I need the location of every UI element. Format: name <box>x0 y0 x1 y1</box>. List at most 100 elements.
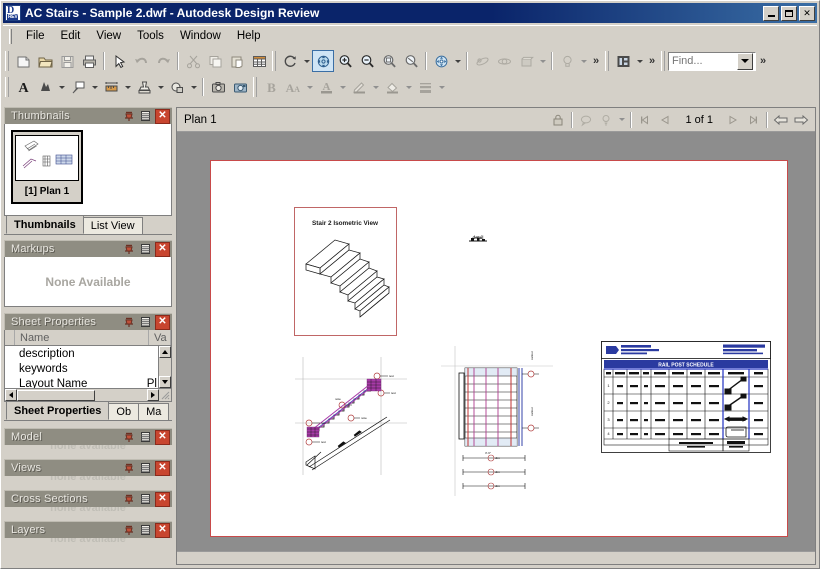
scroll-left-button[interactable] <box>5 389 17 401</box>
tab-sheet-properties[interactable]: Sheet Properties <box>6 401 110 420</box>
markup-toolbar-grip[interactable] <box>5 77 9 97</box>
panel-menu-icon[interactable] <box>138 461 153 476</box>
comment-icon[interactable] <box>576 110 596 130</box>
menu-help[interactable]: Help <box>229 28 269 44</box>
fill-color-dropdown-arrow[interactable] <box>403 76 414 98</box>
close-icon[interactable]: ✕ <box>155 314 170 330</box>
forward-arrow-icon[interactable] <box>791 110 811 130</box>
document-tab-label[interactable]: Plan 1 <box>184 114 548 126</box>
redo-icon[interactable] <box>152 50 174 72</box>
highlight-icon[interactable] <box>34 76 56 98</box>
cut-icon[interactable] <box>182 50 204 72</box>
panel-menu-icon[interactable] <box>138 492 153 507</box>
scroll-up-button[interactable] <box>159 346 171 358</box>
paste-icon[interactable] <box>226 50 248 72</box>
font-color-dropdown-arrow[interactable] <box>337 76 348 98</box>
line-color-dropdown-arrow[interactable] <box>370 76 381 98</box>
undo-icon[interactable] <box>130 50 152 72</box>
thumbnail-item[interactable]: [1] Plan 1 <box>11 130 83 204</box>
tab-thumbnails[interactable]: Thumbnails <box>6 215 84 234</box>
snapshot-icon[interactable] <box>207 76 229 98</box>
select-icon[interactable] <box>108 50 130 72</box>
properties-vertical-scrollbar[interactable] <box>158 346 171 388</box>
properties-horizontal-scrollbar[interactable] <box>5 388 171 401</box>
close-icon[interactable]: ✕ <box>155 460 170 476</box>
canvas-horizontal-scrollbar[interactable] <box>177 551 815 564</box>
light-bulb-icon[interactable] <box>596 110 616 130</box>
table-row[interactable]: description <box>5 346 171 361</box>
menu-window[interactable]: Window <box>172 28 229 44</box>
search-input[interactable] <box>669 53 737 69</box>
pushpin-icon[interactable] <box>121 461 136 476</box>
measure-dropdown-arrow[interactable] <box>122 76 133 98</box>
view-dropdown-arrow[interactable] <box>452 50 463 72</box>
panel-menu-icon[interactable] <box>138 242 153 257</box>
table-icon[interactable] <box>248 50 270 72</box>
pushpin-icon[interactable] <box>121 109 136 124</box>
view-toolbar-grip[interactable] <box>272 51 276 71</box>
last-page-icon[interactable] <box>743 110 763 130</box>
zoom-in-icon[interactable] <box>334 50 356 72</box>
panel-menu-icon[interactable] <box>138 523 153 538</box>
pushpin-icon[interactable] <box>121 242 136 257</box>
font-color-icon[interactable]: A <box>315 76 337 98</box>
font-size-icon[interactable]: AA <box>282 76 304 98</box>
bold-icon[interactable]: B <box>260 76 282 98</box>
tab-markup-properties[interactable]: Ma <box>138 403 170 420</box>
view-options-dropdown-arrow[interactable] <box>616 109 627 131</box>
rotate-dropdown-arrow[interactable] <box>301 50 312 72</box>
stamp-dropdown-arrow[interactable] <box>155 76 166 98</box>
box-dropdown-arrow[interactable] <box>537 50 548 72</box>
menu-view[interactable]: View <box>88 28 129 44</box>
panel-menu-icon[interactable] <box>138 109 153 124</box>
resize-grip[interactable] <box>159 389 171 401</box>
lock-icon[interactable] <box>548 110 568 130</box>
menu-tools[interactable]: Tools <box>129 28 172 44</box>
drawing-canvas[interactable]: Stair 2 Isometric View text text text te… <box>177 132 815 551</box>
light-dropdown-arrow[interactable] <box>578 50 589 72</box>
properties-header-value[interactable]: Va <box>149 330 171 345</box>
close-button[interactable]: ✕ <box>799 5 815 21</box>
properties-header-name[interactable]: Name <box>15 330 149 345</box>
standard-toolbar-grip[interactable] <box>5 51 9 71</box>
stamp-icon[interactable] <box>133 76 155 98</box>
callout-icon[interactable] <box>67 76 89 98</box>
measure-icon[interactable] <box>100 76 122 98</box>
open-icon[interactable] <box>34 50 56 72</box>
pushpin-icon[interactable] <box>121 315 136 330</box>
line-color-icon[interactable] <box>348 76 370 98</box>
zoom-fit-icon[interactable] <box>400 50 422 72</box>
scroll-right-button[interactable] <box>147 389 159 401</box>
toolbar-overflow-2[interactable]: » <box>645 50 659 72</box>
menu-edit[interactable]: Edit <box>53 28 89 44</box>
table-row[interactable]: keywords <box>5 361 171 376</box>
find-box[interactable] <box>668 51 756 71</box>
print-icon[interactable] <box>78 50 100 72</box>
toolbar-overflow-3[interactable]: » <box>756 50 770 72</box>
horizontal-scroll-thumb[interactable] <box>17 389 95 401</box>
layout-dropdown-arrow[interactable] <box>634 50 645 72</box>
panel-menu-icon[interactable] <box>138 430 153 445</box>
format-toolbar-grip[interactable] <box>253 77 257 97</box>
toolbar-overflow-1[interactable]: » <box>589 50 603 72</box>
tab-object-properties[interactable]: Ob <box>108 403 140 420</box>
table-row[interactable]: Layout Name Pl <box>5 376 171 389</box>
pan-icon[interactable] <box>312 50 334 72</box>
view-cube-icon[interactable] <box>430 50 452 72</box>
layout-icon[interactable] <box>612 50 634 72</box>
find-toolbar-grip[interactable] <box>661 51 665 71</box>
callout-dropdown-arrow[interactable] <box>89 76 100 98</box>
shape-dropdown-arrow[interactable] <box>188 76 199 98</box>
capture-region-icon[interactable] <box>229 76 251 98</box>
new-icon[interactable] <box>12 50 34 72</box>
close-icon[interactable]: ✕ <box>155 241 170 257</box>
close-icon[interactable]: ✕ <box>155 491 170 507</box>
line-weight-icon[interactable] <box>414 76 436 98</box>
first-page-icon[interactable] <box>635 110 655 130</box>
box-icon[interactable] <box>515 50 537 72</box>
close-icon[interactable]: ✕ <box>155 108 170 124</box>
next-page-icon[interactable] <box>723 110 743 130</box>
panel-menu-icon[interactable] <box>138 315 153 330</box>
minimize-button[interactable] <box>763 5 779 21</box>
shape-icon[interactable] <box>166 76 188 98</box>
